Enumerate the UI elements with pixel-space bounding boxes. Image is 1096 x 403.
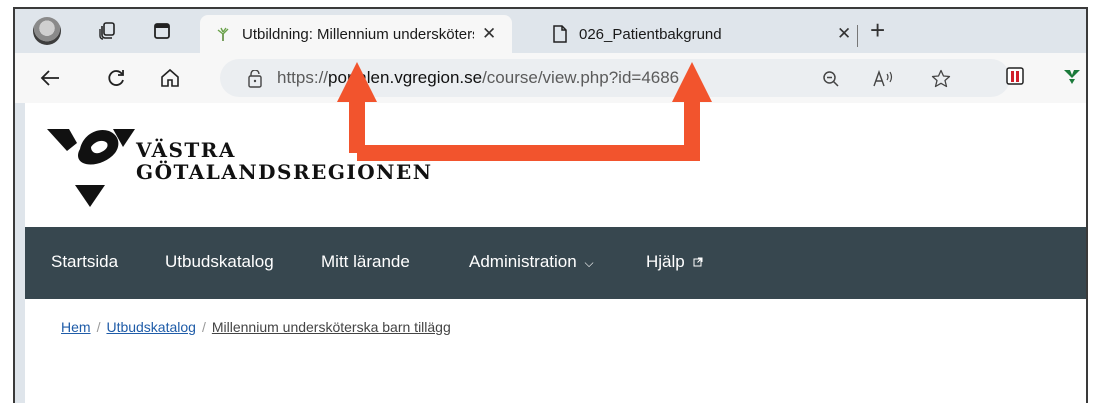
web-page: VÄSTRA GÖTALANDSREGIONEN Startsida Utbud… [25,103,1086,403]
profile-avatar[interactable] [33,17,61,45]
url-path: /course/view.php?id=4686 [482,68,680,87]
external-link-icon [689,252,703,271]
home-icon[interactable] [155,63,185,93]
tab-title: 026_Patientbakgrund [579,25,722,43]
vgr-logo-icon[interactable] [47,123,135,213]
back-arrow-icon[interactable] [35,63,65,93]
url-text: https://portalen.vgregion.se/course/view… [277,68,679,88]
close-tab-icon[interactable]: ✕ [837,24,851,44]
tree-favicon-icon [214,25,232,43]
chevron-down-icon: ⌵ [584,256,594,270]
workspaces-icon[interactable] [93,17,121,45]
favorite-star-icon[interactable] [928,66,954,92]
tab-patientbakgrund[interactable]: 026_Patientbakgrund ✕ [537,15,859,53]
nav-startsida[interactable]: Startsida [51,252,118,272]
tab-title: Utbildning: Millennium undersköterska ba… [242,25,474,43]
logo-line-1: VÄSTRA [136,138,236,162]
navigation-bar: https://portalen.vgregion.se/course/view… [15,53,1086,103]
nav-administration-label: Administration [469,252,577,271]
vgr-wordmark: VÄSTRA GÖTALANDSREGIONEN [136,139,433,183]
logo-line-2: GÖTALANDSREGIONEN [136,160,433,184]
tab-utbildning[interactable]: Utbildning: Millennium undersköterska ba… [200,15,512,53]
extension-green-icon[interactable] [1062,66,1082,91]
tab-separator [857,25,858,47]
url-prefix: https:// [277,68,329,87]
tab-actions-icon[interactable] [148,17,176,45]
site-header: VÄSTRA GÖTALANDSREGIONEN [25,103,1086,227]
document-favicon-icon [551,25,569,43]
breadcrumb-separator: / [201,319,206,335]
nav-administration[interactable]: Administration ⌵ [469,252,594,272]
breadcrumb-separator: / [96,319,101,335]
breadcrumb: Hem / Utbudskatalog / Millennium undersköter… [61,319,451,335]
main-nav: Startsida Utbudskatalog Mitt lärande Adm… [25,227,1086,299]
extension-red-icon[interactable] [1005,66,1025,91]
zoom-out-icon[interactable] [818,66,844,92]
address-bar[interactable]: https://portalen.vgregion.se/course/view… [220,59,1010,97]
nav-utbudskatalog[interactable]: Utbudskatalog [165,252,274,272]
breadcrumb-hem[interactable]: Hem [61,319,91,335]
nav-hjalp[interactable]: Hjälp [646,252,703,272]
url-host: portalen.vgregion.se [328,68,483,87]
tab-strip: Utbildning: Millennium undersköterska ba… [15,9,1086,53]
page-info-icon[interactable] [242,66,268,92]
new-tab-plus-icon[interactable]: + [870,15,885,46]
nav-hjalp-label: Hjälp [646,252,685,271]
browser-window: Utbildning: Millennium undersköterska ba… [13,7,1088,403]
nav-mitt-larande[interactable]: Mitt lärande [321,252,410,272]
read-aloud-icon[interactable] [870,66,896,92]
close-tab-icon[interactable]: ✕ [482,24,496,44]
refresh-icon[interactable] [101,63,131,93]
breadcrumb-utbudskatalog[interactable]: Utbudskatalog [106,319,196,335]
breadcrumb-current[interactable]: Millennium undersköterska barn tillägg [212,319,451,335]
